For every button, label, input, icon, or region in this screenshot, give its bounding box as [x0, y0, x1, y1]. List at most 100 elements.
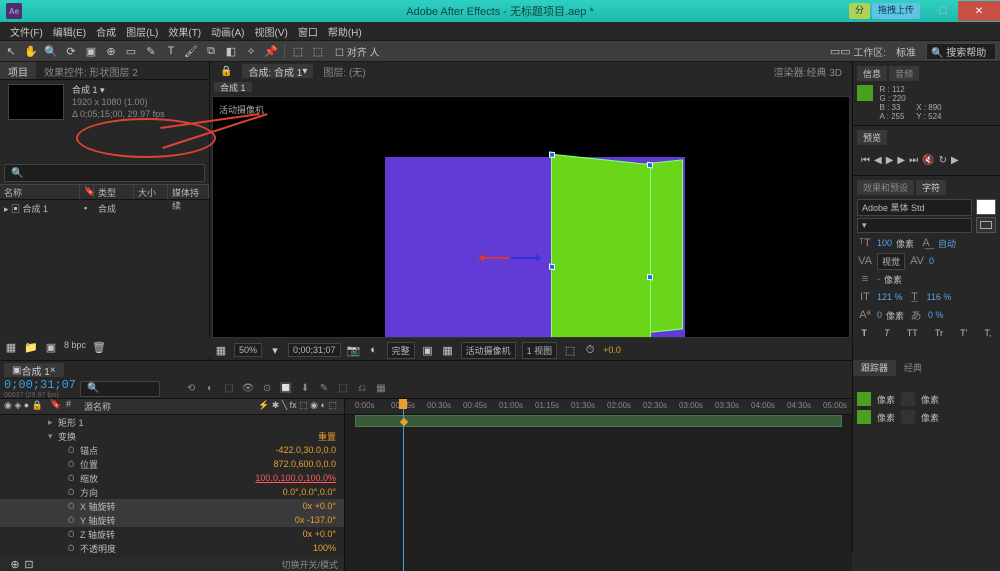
- preview-tab[interactable]: 预览: [857, 130, 887, 145]
- viewer[interactable]: 活动摄像机: [212, 96, 850, 338]
- loop-icon[interactable]: ↻: [939, 155, 947, 166]
- property-row[interactable]: ▸矩形 1: [0, 415, 344, 429]
- selection-tool-icon[interactable]: ↖: [4, 44, 18, 58]
- hand-tool-icon[interactable]: ✋: [24, 44, 38, 58]
- property-row[interactable]: Ö不透明度100%: [0, 541, 344, 555]
- new-folder-icon[interactable]: 📁: [24, 340, 38, 354]
- stopwatch-icon[interactable]: Ö: [68, 544, 80, 553]
- anchor-icon[interactable]: [901, 392, 915, 406]
- mute-icon[interactable]: 🔇: [922, 155, 934, 166]
- comp-tab-a-label[interactable]: 合成: 合成 1: [248, 64, 302, 79]
- source-name-col[interactable]: 源名称: [80, 399, 254, 414]
- font-dropdown[interactable]: Adobe 黑体 Std: [857, 199, 972, 216]
- prev-frame-icon[interactable]: ◀: [874, 155, 882, 166]
- property-value[interactable]: 0x +0.0°: [303, 501, 336, 511]
- project-tab[interactable]: 项目: [0, 62, 36, 79]
- col-size[interactable]: 大小: [134, 185, 168, 199]
- rotate-tool-icon[interactable]: ⟳: [64, 44, 78, 58]
- tl-icon[interactable]: ⬇: [298, 382, 312, 396]
- menu-help[interactable]: 帮助(H): [324, 22, 366, 40]
- anchor-tool-icon[interactable]: ⊕: [104, 44, 118, 58]
- timer-icon[interactable]: ⏱: [583, 343, 597, 357]
- stopwatch-icon[interactable]: Ö: [68, 460, 80, 469]
- shape-layer-front[interactable]: [551, 154, 651, 338]
- twirl-icon[interactable]: ▾: [48, 431, 58, 442]
- style-smallcaps[interactable]: Tr: [935, 328, 943, 338]
- comp-tab-b[interactable]: 图层: (无): [317, 64, 371, 78]
- pen-tool-icon[interactable]: ✎: [144, 44, 158, 58]
- baseline[interactable]: 0: [877, 310, 882, 320]
- menu-animation[interactable]: 动画(A): [207, 22, 248, 40]
- tl-icon[interactable]: 👁: [241, 382, 255, 396]
- style-super[interactable]: T': [960, 328, 967, 338]
- stopwatch-icon[interactable]: Ö: [68, 530, 80, 539]
- renderer-value[interactable]: 经典 3D: [806, 64, 842, 79]
- effect-controls-tab[interactable]: 效果控件: 形状图层 2: [36, 62, 146, 79]
- hscale[interactable]: 116 %: [927, 292, 952, 302]
- tl-icon[interactable]: ⊙: [260, 382, 274, 396]
- col-type[interactable]: 类型: [94, 185, 134, 199]
- anchor-icon[interactable]: [857, 392, 871, 406]
- handle[interactable]: [549, 264, 555, 271]
- menu-composition[interactable]: 合成: [92, 22, 120, 40]
- exposure[interactable]: +0.0: [603, 345, 621, 355]
- col-name[interactable]: 名称: [0, 185, 80, 199]
- snap-toggle[interactable]: ☐ 对齐 人: [331, 44, 384, 59]
- property-row[interactable]: Ö方向0.0°,0.0°,0.0°: [0, 485, 344, 499]
- style-bold[interactable]: T: [862, 328, 868, 338]
- next-frame-icon[interactable]: ▶: [897, 155, 905, 166]
- clone-tool-icon[interactable]: ⧉: [204, 44, 218, 58]
- tl-icon[interactable]: ⎌: [355, 382, 369, 396]
- tl-icon[interactable]: ⬚: [222, 382, 236, 396]
- menu-effect[interactable]: 效果(T): [164, 22, 205, 40]
- grid-icon[interactable]: ▦: [214, 343, 228, 357]
- new-comp-icon[interactable]: ▣: [44, 340, 58, 354]
- bpc-button[interactable]: 8 bpc: [64, 340, 86, 356]
- property-value[interactable]: 0x -137.0°: [295, 515, 336, 525]
- share-button[interactable]: 分: [849, 3, 870, 19]
- puppet-tool-icon[interactable]: 📌: [264, 44, 278, 58]
- anchor-icon[interactable]: [857, 410, 871, 424]
- maximize-button[interactable]: ☐: [928, 1, 958, 21]
- gizmo-z-axis[interactable]: [510, 257, 538, 259]
- rect-tool-icon[interactable]: ▭: [124, 44, 138, 58]
- font-style-dropdown[interactable]: ▾: [857, 218, 972, 233]
- property-row[interactable]: Ö位置872.0,600.0,0.0: [0, 457, 344, 471]
- property-value[interactable]: 872.0,600.0,0.0: [273, 459, 336, 469]
- camera-tool-icon[interactable]: ▣: [84, 44, 98, 58]
- tl-icon[interactable]: ◐: [203, 382, 217, 396]
- character-tab[interactable]: 字符: [916, 180, 946, 195]
- stopwatch-icon[interactable]: Ö: [68, 488, 80, 497]
- stopwatch-icon[interactable]: Ö: [68, 446, 80, 455]
- property-row[interactable]: Ö缩放100.0,100.0,100.0%: [0, 471, 344, 485]
- col-duration[interactable]: 媒体持续: [168, 185, 209, 199]
- time-ruler[interactable]: 0:00s00:15s00:30s00:45s01:00s01:15s01:30…: [345, 399, 852, 415]
- effects-tab[interactable]: 效果和预设: [857, 180, 914, 195]
- tl-icon[interactable]: ✎: [317, 382, 331, 396]
- ram-preview-icon[interactable]: ▶: [951, 155, 959, 166]
- twirl-icon[interactable]: ▸: [48, 417, 58, 428]
- comp-subtab[interactable]: 合成 1: [214, 82, 252, 92]
- tl-icon[interactable]: 🔲: [279, 382, 293, 396]
- lock-icon[interactable]: ▭▭: [833, 44, 847, 58]
- tracking[interactable]: 0: [929, 256, 934, 266]
- handle[interactable]: [647, 162, 653, 169]
- tracker-tab[interactable]: 跟踪器: [853, 360, 896, 376]
- interpret-icon[interactable]: ▦: [4, 340, 18, 354]
- transparency-icon[interactable]: ▦: [441, 343, 455, 357]
- property-row[interactable]: ▾变换重置: [0, 429, 344, 443]
- workspace-dropdown[interactable]: 标准: [892, 44, 920, 59]
- property-row[interactable]: ÖX 轴旋转0x +0.0°: [0, 499, 344, 513]
- tl-icon[interactable]: ⬚: [336, 382, 350, 396]
- style-caps[interactable]: TT: [907, 328, 918, 338]
- kerning[interactable]: 视觉: [877, 253, 905, 270]
- search-help[interactable]: 🔍 搜索帮助: [926, 43, 996, 60]
- menu-file[interactable]: 文件(F): [6, 22, 47, 40]
- stopwatch-icon[interactable]: Ö: [68, 474, 80, 483]
- property-value[interactable]: 100.0,100.0,100.0%: [255, 473, 336, 483]
- font-size[interactable]: 100: [877, 238, 892, 248]
- toggle-icon[interactable]: ⊡: [22, 557, 36, 571]
- classic-tab[interactable]: 经典: [896, 360, 930, 376]
- col-label-icon[interactable]: 🔖: [80, 185, 94, 199]
- vscale[interactable]: 121 %: [877, 292, 903, 302]
